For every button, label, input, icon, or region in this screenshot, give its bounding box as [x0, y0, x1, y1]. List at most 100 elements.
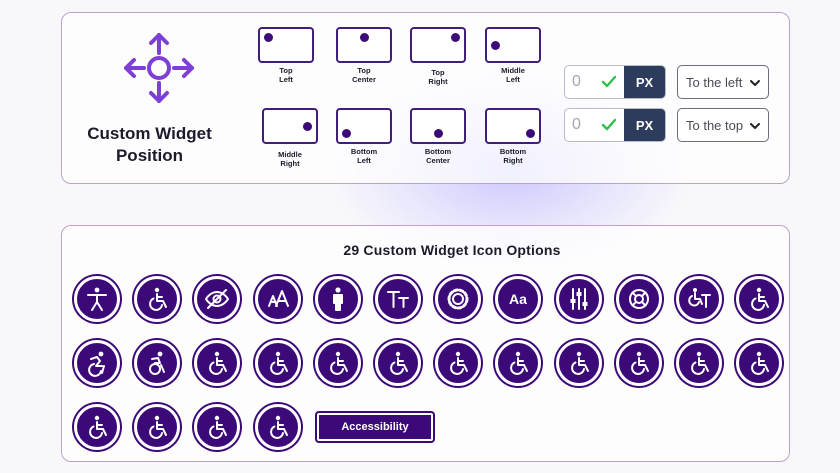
position-preview: [485, 108, 541, 144]
wheelchair-icon: [751, 287, 770, 311]
position-label: Top Right: [428, 68, 448, 86]
check-icon: [601, 118, 617, 131]
icon-option-3[interactable]: [194, 276, 241, 322]
position-option-top-left[interactable]: Top Left: [256, 27, 316, 84]
position-option-top-center[interactable]: Top Center: [334, 27, 394, 84]
accessibility-button[interactable]: Accessibility: [317, 413, 433, 441]
position-preview: [336, 27, 392, 63]
icon-option-14[interactable]: [134, 340, 181, 386]
gear-icon: [447, 288, 469, 310]
icon-option-2[interactable]: [134, 276, 181, 322]
font-aa-icon: Aa: [509, 291, 527, 307]
horizontal-offset-input[interactable]: 0 PX: [564, 65, 666, 99]
position-option-bottom-left[interactable]: Bottom Left: [334, 108, 394, 165]
position-preview: [336, 108, 392, 144]
offset-value: 0: [572, 73, 581, 90]
icon-option-4[interactable]: [254, 276, 301, 322]
icon-option-27[interactable]: [194, 404, 241, 450]
chevron-down-icon: [750, 80, 760, 86]
position-preview: [258, 27, 314, 63]
wheelchair-icon: [630, 351, 649, 375]
person-icon: [332, 287, 343, 311]
position-option-top-right[interactable]: Top Right: [408, 27, 468, 86]
icon-option-18[interactable]: [375, 340, 421, 386]
vertical-direction-select[interactable]: To the top: [677, 108, 769, 142]
position-option-middle-left[interactable]: Middle Left: [483, 27, 543, 84]
lifebuoy-icon: [628, 289, 649, 309]
icon-option-22[interactable]: [615, 340, 662, 386]
position-label: Middle Right: [278, 150, 302, 168]
text-format-icon: [387, 291, 409, 308]
position-preview: [485, 27, 541, 63]
active-wheelchair-icon: [88, 351, 105, 377]
icon-options-title: 29 Custom Widget Icon Options: [343, 242, 561, 258]
icon-option-1[interactable]: [74, 276, 120, 322]
position-preview: [262, 108, 318, 144]
position-label: Bottom Center: [424, 147, 452, 165]
position-preview: [410, 27, 466, 63]
position-option-bottom-center[interactable]: Bottom Center: [408, 108, 468, 165]
accessibility-person-icon: [87, 287, 107, 311]
icon-option-12[interactable]: [736, 276, 783, 322]
wheelchair-icon: [209, 351, 228, 375]
wheelchair-icon: [510, 351, 529, 375]
icon-option-26[interactable]: [134, 404, 181, 450]
direction-value: To the left: [686, 75, 743, 90]
direction-value: To the top: [686, 118, 744, 133]
wheelchair-icon: [329, 351, 348, 375]
icon-option-25[interactable]: [74, 404, 120, 450]
position-label: Top Left: [279, 66, 293, 84]
wheelchair-icon: [691, 351, 709, 375]
text-size-icon: [267, 290, 289, 307]
icon-option-5[interactable]: [314, 276, 361, 322]
wheelchair-icon: [390, 351, 408, 375]
icon-option-6[interactable]: [375, 276, 421, 322]
wheelchair-icon: [269, 415, 288, 439]
position-label: Bottom Right: [499, 147, 527, 165]
wheelchair-icon: [570, 351, 589, 375]
move-arrows-icon: [124, 33, 194, 103]
offset-value: 0: [572, 116, 581, 133]
horizontal-direction-select[interactable]: To the left: [677, 65, 769, 99]
icon-option-8[interactable]: Aa: [495, 276, 542, 322]
icon-option-13[interactable]: [74, 340, 120, 386]
icon-option-15[interactable]: [194, 340, 241, 386]
wheelchair-icon: [450, 351, 469, 375]
position-label: Middle Left: [501, 66, 525, 84]
eye-slash-icon: [205, 289, 230, 309]
wheelchair-icon: [269, 351, 288, 375]
icon-option-16[interactable]: [254, 340, 301, 386]
widget-icons-panel: 29 Custom Widget Icon Options Aa Accessi…: [61, 225, 790, 462]
icon-option-20[interactable]: [495, 340, 542, 386]
wheelchair-icon: [149, 287, 168, 311]
active-wheelchair-alt-icon: [149, 351, 166, 375]
svg-text:Aa: Aa: [509, 291, 527, 307]
icon-option-7[interactable]: [435, 276, 482, 322]
icon-option-9[interactable]: [555, 276, 602, 322]
position-option-bottom-right[interactable]: Bottom Right: [483, 108, 543, 165]
px-unit-label: PX: [624, 66, 665, 98]
icon-option-24[interactable]: [736, 340, 783, 386]
wheelchair-icon: [149, 415, 168, 439]
position-preview: [410, 108, 466, 144]
position-label: Bottom Left: [350, 147, 378, 165]
wheelchair-icon: [209, 415, 228, 439]
icon-option-28[interactable]: [254, 404, 301, 450]
chevron-down-icon: [750, 123, 760, 129]
vertical-offset-input[interactable]: 0 PX: [564, 108, 666, 142]
position-option-middle-right[interactable]: Middle Right: [260, 108, 320, 168]
wheelchair-icon: [751, 351, 770, 375]
wheelchair-icon: [89, 415, 107, 439]
sliders-icon: [570, 288, 588, 310]
icon-option-17[interactable]: [314, 340, 361, 386]
icon-option-11[interactable]: [676, 276, 722, 322]
check-icon: [601, 75, 617, 88]
widget-position-panel: Custom Widget Position Top Left Top Center…: [61, 12, 790, 184]
position-label: Top Center: [352, 66, 376, 84]
wheelchair-desk-icon: [688, 288, 711, 308]
icon-option-10[interactable]: [615, 276, 662, 322]
icon-option-21[interactable]: [555, 340, 602, 386]
icon-option-23[interactable]: [676, 340, 722, 386]
icon-option-19[interactable]: [435, 340, 482, 386]
widget-position-title: Custom Widget Position: [87, 124, 212, 165]
